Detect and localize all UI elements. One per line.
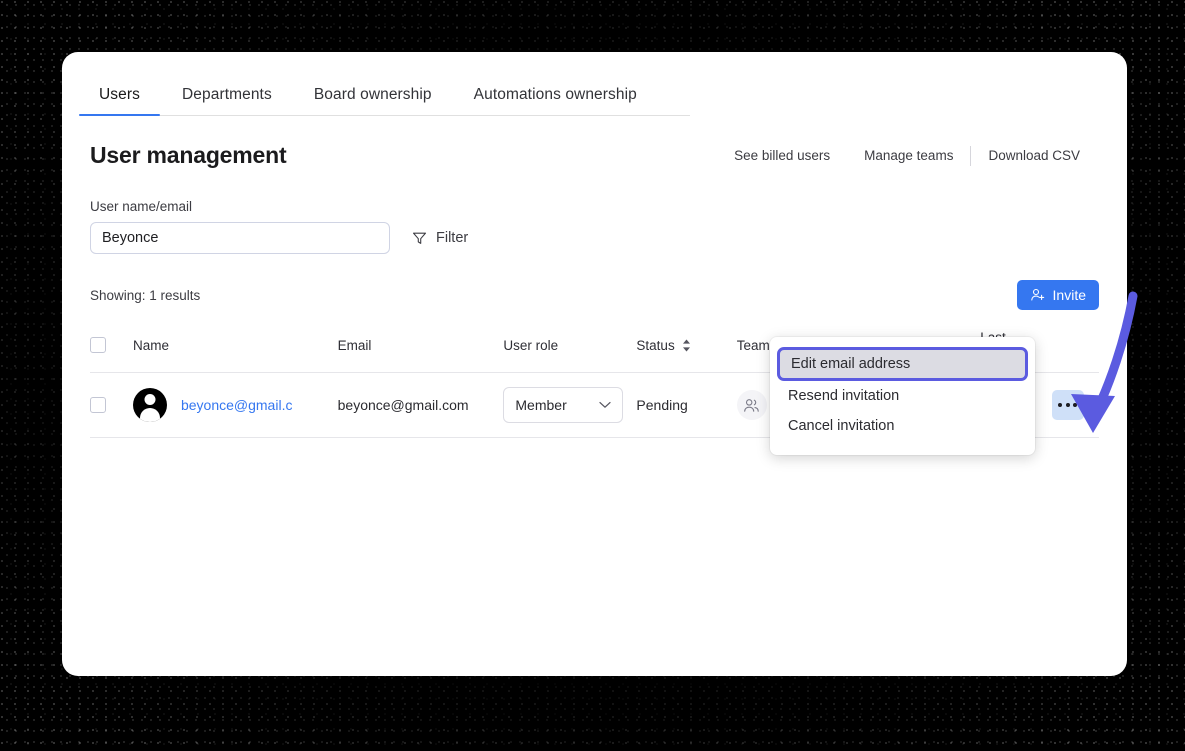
results-row: Showing: 1 results Invite xyxy=(62,254,1127,310)
row-context-menu: Edit email address Resend invitation Can… xyxy=(770,337,1035,455)
header-actions xyxy=(1043,324,1099,373)
header-email[interactable]: Email xyxy=(337,324,504,373)
header-name[interactable]: Name xyxy=(132,324,338,373)
tab-board-ownership-label: Board ownership xyxy=(313,86,432,103)
filter-button[interactable]: Filter xyxy=(412,230,468,246)
results-count: Showing: 1 results xyxy=(90,287,201,303)
kebab-dot-3 xyxy=(1073,403,1078,407)
menu-item-cancel-invitation[interactable]: Cancel invitation xyxy=(770,411,1035,441)
user-name-link[interactable]: beyonce@gmail.c xyxy=(181,397,293,413)
tab-bar: Users Departments Board ownership Automa… xyxy=(62,52,1127,116)
sort-updown-icon[interactable] xyxy=(682,339,691,352)
download-csv-link[interactable]: Download CSV xyxy=(971,148,1097,163)
header-actions: See billed users Manage teams Download C… xyxy=(717,145,1099,166)
tab-automations-ownership-label: Automations ownership xyxy=(473,86,637,103)
page-title: User management xyxy=(90,142,287,168)
user-role-select[interactable]: Member xyxy=(503,387,624,423)
filter-block: User name/email Filter xyxy=(62,169,1127,254)
see-billed-users-link[interactable]: See billed users xyxy=(717,148,847,163)
select-all-checkbox[interactable] xyxy=(90,337,106,353)
tab-users-label: Users xyxy=(99,86,140,103)
funnel-icon xyxy=(412,232,427,244)
user-role-value: Member xyxy=(515,397,567,413)
search-input[interactable] xyxy=(90,222,390,254)
header-select-all xyxy=(90,324,133,373)
filter-button-label: Filter xyxy=(436,230,469,246)
people-icon xyxy=(744,398,759,412)
tab-departments-label: Departments xyxy=(181,86,272,103)
header-status-label: Status xyxy=(636,337,675,353)
users-table-wrapper: Name Email User role Status Teams beyonc… xyxy=(62,324,1127,455)
menu-item-edit-email-address[interactable]: Edit email address xyxy=(777,347,1028,381)
user-avatar-icon xyxy=(132,388,167,422)
row-checkbox[interactable] xyxy=(90,397,106,413)
tab-departments[interactable]: Departments xyxy=(182,86,272,116)
tab-automations-ownership[interactable]: Automations ownership xyxy=(474,86,637,116)
tab-users[interactable]: Users xyxy=(79,86,160,116)
row-email-cell: beyonce@gmail.com xyxy=(337,372,504,438)
manage-teams-link[interactable]: Manage teams xyxy=(847,148,970,163)
row-name-cell: beyonce@gmail.c xyxy=(132,372,338,438)
filter-row: Filter xyxy=(90,222,1099,254)
invite-button-label: Invite xyxy=(1052,287,1086,303)
row-status-cell: Pending xyxy=(636,372,737,438)
kebab-menu-icon[interactable] xyxy=(1051,390,1084,420)
kebab-dot-2 xyxy=(1065,403,1070,407)
menu-item-resend-invitation[interactable]: Resend invitation xyxy=(770,381,1035,411)
row-actions-cell xyxy=(1043,372,1099,438)
add-user-icon xyxy=(1030,288,1044,301)
tab-board-ownership[interactable]: Board ownership xyxy=(314,86,432,116)
user-management-card: Users Departments Board ownership Automa… xyxy=(62,52,1127,676)
teams-badge[interactable] xyxy=(736,390,767,420)
header-user-role[interactable]: User role xyxy=(503,324,637,373)
page-header: User management See billed users Manage … xyxy=(62,116,1127,169)
kebab-dot-1 xyxy=(1058,403,1063,407)
chevron-down-icon xyxy=(599,401,612,408)
invite-button[interactable]: Invite xyxy=(1016,280,1099,310)
row-role-cell: Member xyxy=(503,372,637,438)
search-field-label: User name/email xyxy=(90,199,193,214)
row-select-cell xyxy=(90,372,133,438)
header-status[interactable]: Status xyxy=(636,324,737,373)
